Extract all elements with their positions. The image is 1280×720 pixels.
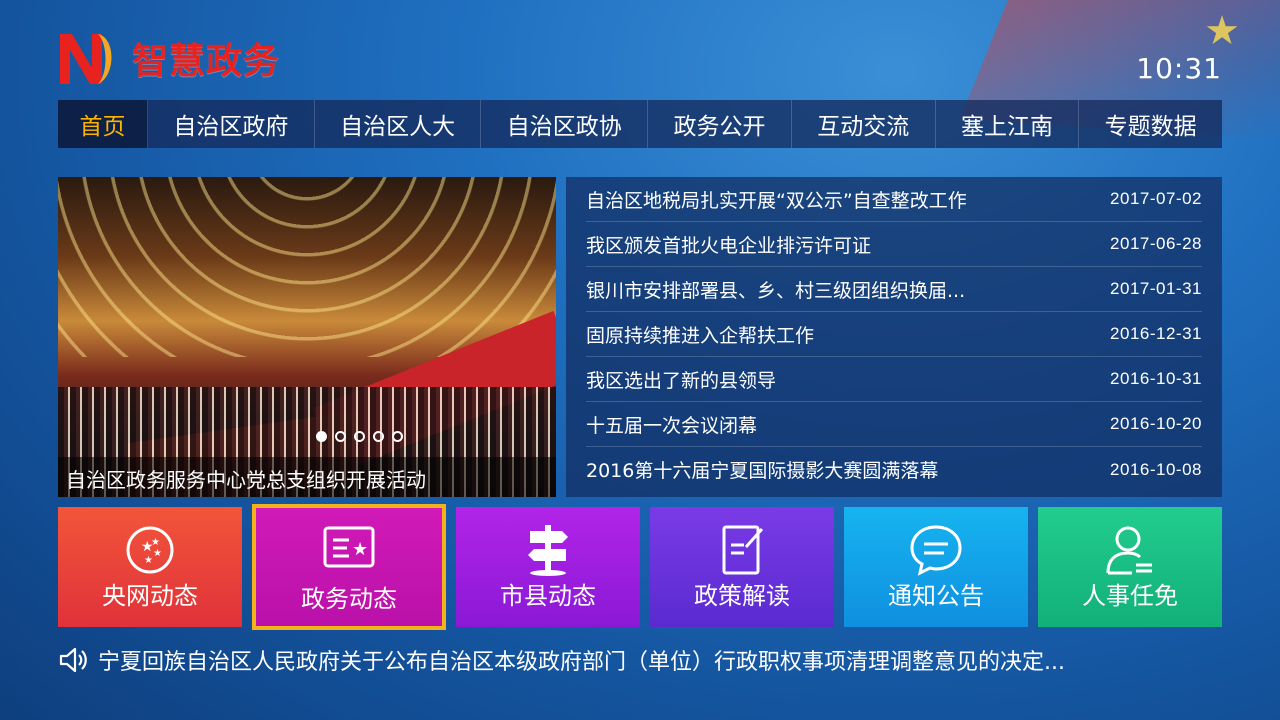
svg-text:★: ★ bbox=[144, 555, 153, 566]
news-list: 自治区地税局扎实开展“双公示”自查整改工作 2017-07-02 我区颁发首批火… bbox=[566, 177, 1222, 497]
nav-item-saishang-jiangnan[interactable]: 塞上江南 bbox=[936, 100, 1080, 148]
news-title: 十五届一次会议闭幕 bbox=[586, 414, 758, 437]
svg-text:★: ★ bbox=[153, 548, 162, 559]
app-title: 智慧政务 bbox=[132, 41, 281, 82]
carousel-indicator bbox=[316, 431, 403, 442]
tile-label: 通知公告 bbox=[888, 582, 984, 610]
news-title: 银川市安排部署县、乡、村三级团组织换届... bbox=[586, 279, 966, 302]
nav-item-region-congress[interactable]: 自治区人大 bbox=[315, 100, 482, 148]
edit-document-icon bbox=[722, 525, 764, 575]
carousel-dot[interactable] bbox=[392, 431, 403, 442]
main-nav: 首页 自治区政府 自治区人大 自治区政协 政务公开 互动交流 塞上江南 专题数据 bbox=[58, 100, 1222, 148]
carousel-dot[interactable] bbox=[335, 431, 346, 442]
carousel-dot[interactable] bbox=[354, 431, 365, 442]
banner-carousel[interactable]: 自治区政务服务中心党总支组织开展活动 bbox=[58, 177, 556, 497]
banner-caption: 自治区政务服务中心党总支组织开展活动 bbox=[58, 457, 556, 497]
news-title: 固原持续推进入企帮扶工作 bbox=[586, 324, 815, 347]
nav-item-region-government[interactable]: 自治区政府 bbox=[148, 100, 315, 148]
news-date: 2016-12-31 bbox=[1110, 324, 1202, 343]
logo-mark-icon bbox=[60, 34, 112, 84]
news-date: 2016-10-31 bbox=[1110, 369, 1202, 388]
news-title: 我区颁发首批火电企业排污许可证 bbox=[586, 234, 872, 257]
category-tiles: ★ ★ ★ ★ 央网动态 ★ 政务动态 市县动态 政策解读 通知公告 人事任免 bbox=[58, 504, 1222, 630]
list-item[interactable]: 2016第十六届宁夏国际摄影大赛圆满落幕 2016-10-08 bbox=[586, 447, 1202, 492]
svg-text:★: ★ bbox=[151, 537, 160, 548]
tile-personnel-appointments[interactable]: 人事任免 bbox=[1038, 507, 1222, 627]
news-date: 2017-07-02 bbox=[1110, 189, 1202, 208]
app-logo: 智慧政务 bbox=[58, 30, 280, 86]
announcement-ticker[interactable]: 宁夏回族自治区人民政府关于公布自治区本级政府部门（单位）行政职权事项清理调整意见… bbox=[58, 644, 1222, 676]
svg-text:★: ★ bbox=[352, 539, 368, 560]
carousel-dot[interactable] bbox=[373, 431, 384, 442]
tile-government-news[interactable]: ★ 政务动态 bbox=[252, 504, 446, 630]
nav-item-interaction[interactable]: 互动交流 bbox=[792, 100, 936, 148]
carousel-dot[interactable] bbox=[316, 431, 327, 442]
list-item[interactable]: 我区选出了新的县领导 2016-10-31 bbox=[586, 357, 1202, 402]
tile-label: 市县动态 bbox=[500, 582, 596, 610]
nav-item-home[interactable]: 首页 bbox=[58, 100, 148, 148]
news-title: 我区选出了新的县领导 bbox=[586, 369, 777, 392]
list-item[interactable]: 固原持续推进入企帮扶工作 2016-12-31 bbox=[586, 312, 1202, 357]
news-date: 2016-10-08 bbox=[1110, 459, 1202, 479]
speaker-icon bbox=[59, 647, 87, 673]
signpost-icon bbox=[528, 525, 568, 576]
tile-city-county-news[interactable]: 市县动态 bbox=[456, 507, 640, 627]
ticker-text: 宁夏回族自治区人民政府关于公布自治区本级政府部门（单位）行政职权事项清理调整意见… bbox=[98, 650, 1065, 675]
news-date: 2016-10-20 bbox=[1110, 414, 1202, 433]
user-icon bbox=[1106, 526, 1152, 575]
header: 智慧政务 10:31 bbox=[58, 28, 1222, 88]
list-item[interactable]: 银川市安排部署县、乡、村三级团组织换届... 2017-01-31 bbox=[586, 267, 1202, 312]
list-item[interactable]: 自治区地税局扎实开展“双公示”自查整改工作 2017-07-02 bbox=[586, 177, 1202, 222]
tile-notices[interactable]: 通知公告 bbox=[844, 507, 1028, 627]
news-date: 2017-01-31 bbox=[1110, 279, 1202, 298]
star-circle-icon: ★ ★ ★ ★ bbox=[126, 526, 174, 574]
news-title: 2016第十六届宁夏国际摄影大赛圆满落幕 bbox=[586, 460, 939, 482]
tile-cctv-news[interactable]: ★ ★ ★ ★ 央网动态 bbox=[58, 507, 242, 627]
tile-label: 人事任免 bbox=[1082, 582, 1178, 610]
list-item[interactable]: 十五届一次会议闭幕 2016-10-20 bbox=[586, 402, 1202, 447]
tile-label: 政策解读 bbox=[694, 582, 790, 610]
tile-policy-interpretation[interactable]: 政策解读 bbox=[650, 507, 834, 627]
news-card-icon: ★ bbox=[323, 526, 375, 568]
news-date: 2017-06-28 bbox=[1110, 234, 1202, 253]
tile-label: 政务动态 bbox=[301, 585, 397, 613]
clock: 10:31 bbox=[1136, 52, 1222, 85]
nav-item-special-data[interactable]: 专题数据 bbox=[1079, 100, 1222, 148]
tile-label: 央网动态 bbox=[102, 582, 198, 610]
banner-image bbox=[58, 177, 556, 357]
chat-bubble-icon bbox=[910, 525, 962, 576]
list-item[interactable]: 我区颁发首批火电企业排污许可证 2017-06-28 bbox=[586, 222, 1202, 267]
news-title: 自治区地税局扎实开展“双公示”自查整改工作 bbox=[586, 189, 967, 212]
nav-item-government-affairs[interactable]: 政务公开 bbox=[648, 100, 792, 148]
nav-item-region-cppcc[interactable]: 自治区政协 bbox=[481, 100, 649, 148]
